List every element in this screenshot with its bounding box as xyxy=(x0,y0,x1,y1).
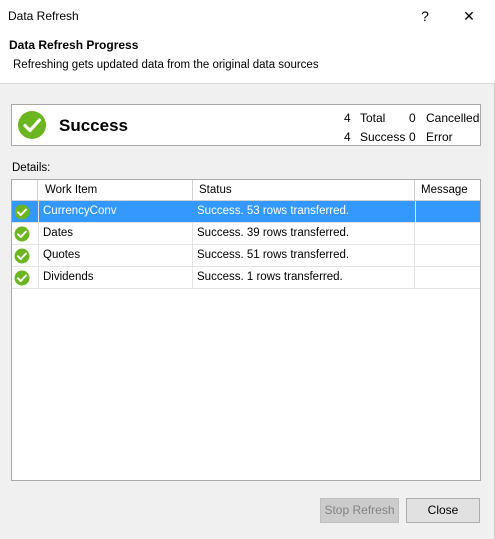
header-band: Data Refresh Progress Refreshing gets up… xyxy=(0,33,495,83)
work-item-cell: CurrencyConv xyxy=(38,201,193,222)
success-check-icon xyxy=(14,248,30,264)
window-title: Data Refresh xyxy=(8,9,79,23)
success-check-icon xyxy=(14,226,30,242)
details-label: Details: xyxy=(12,162,51,174)
work-item-cell: Quotes xyxy=(38,245,193,266)
close-window-button[interactable]: ✕ xyxy=(457,5,481,27)
status-cell: Success. 53 rows transferred. xyxy=(193,201,415,222)
table-row[interactable]: Dividends Success. 1 rows transferred. xyxy=(12,267,480,289)
title-bar: Data Refresh ? ✕ xyxy=(0,0,495,33)
table-row[interactable]: Dates Success. 39 rows transferred. xyxy=(12,223,480,245)
success-count: 4 xyxy=(344,130,351,144)
column-header-status[interactable]: Status xyxy=(193,180,415,200)
summary-status: Success xyxy=(59,116,128,135)
total-label: Total xyxy=(360,111,386,125)
table-row[interactable]: CurrencyConv Success. 53 rows transferre… xyxy=(12,201,480,223)
header-subtitle: Refreshing gets updated data from the or… xyxy=(13,59,319,71)
stop-refresh-button[interactable]: Stop Refresh xyxy=(320,498,399,523)
table-row[interactable]: Quotes Success. 51 rows transferred. xyxy=(12,245,480,267)
summary-panel: Success 4 Total 0 Cancelled 4 Success 0 … xyxy=(11,104,481,146)
success-label: Success xyxy=(360,130,406,144)
total-count: 4 xyxy=(344,111,351,125)
header-title: Data Refresh Progress xyxy=(9,38,139,52)
status-cell: Success. 39 rows transferred. xyxy=(193,223,415,244)
message-cell xyxy=(415,267,480,288)
status-cell: Success. 51 rows transferred. xyxy=(193,245,415,266)
icon-column-header xyxy=(12,180,38,200)
work-item-cell: Dates xyxy=(38,223,193,244)
close-button[interactable]: Close xyxy=(406,498,480,523)
column-header-work-item[interactable]: Work Item xyxy=(38,180,193,200)
column-header-message[interactable]: Message xyxy=(415,180,480,200)
error-label: Error xyxy=(426,130,453,144)
message-cell xyxy=(415,201,480,222)
data-refresh-dialog: Data Refresh ? ✕ Data Refresh Progress R… xyxy=(0,0,495,539)
grid-header: Work Item Status Message xyxy=(12,180,480,201)
success-check-icon xyxy=(14,270,30,286)
header-divider xyxy=(0,83,495,84)
message-cell xyxy=(415,245,480,266)
help-button[interactable]: ? xyxy=(413,5,437,27)
work-item-cell: Dividends xyxy=(38,267,193,288)
cancelled-label: Cancelled xyxy=(426,111,480,125)
error-count: 0 xyxy=(409,130,416,144)
success-check-icon xyxy=(18,111,46,139)
status-cell: Success. 1 rows transferred. xyxy=(193,267,415,288)
cancelled-count: 0 xyxy=(409,111,416,125)
message-cell xyxy=(415,223,480,244)
success-check-icon xyxy=(14,204,30,220)
details-grid[interactable]: Work Item Status Message CurrencyConv Su… xyxy=(11,179,481,481)
